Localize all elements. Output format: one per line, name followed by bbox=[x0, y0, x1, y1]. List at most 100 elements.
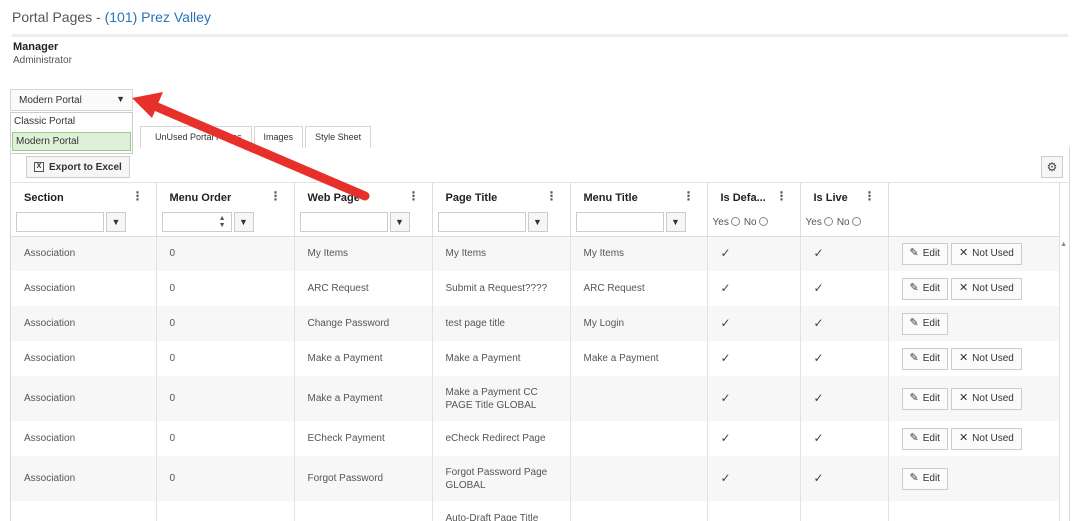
no-label: No bbox=[836, 216, 850, 228]
filter-icon[interactable]: ▼ bbox=[389, 212, 410, 233]
filter-icon[interactable]: ▼ bbox=[233, 212, 254, 233]
spinner-icon[interactable]: ▲ ▼ bbox=[219, 215, 226, 229]
filter-cell bbox=[888, 209, 1060, 237]
kebab-menu-icon[interactable]: ⋮ bbox=[776, 189, 788, 203]
not-used-button[interactable]: ✕ Not Used bbox=[950, 427, 1022, 450]
dropdown-option-classic[interactable]: Classic Portal bbox=[11, 113, 132, 132]
not-used-label: Not Used bbox=[972, 393, 1014, 404]
page-title: Portal Pages - (101) Prez Valley bbox=[12, 9, 211, 25]
x-icon: ✕ bbox=[958, 282, 969, 294]
edit-button[interactable]: ✎ Edit bbox=[901, 277, 948, 300]
cell-menu-title: ARC Request bbox=[570, 271, 708, 306]
cell-actions: ✎ Edit ✕ Not Used bbox=[888, 236, 1060, 271]
filter-input-page-title[interactable] bbox=[437, 212, 526, 233]
filter-cell: Yes No bbox=[707, 209, 801, 237]
export-label: Export to Excel bbox=[49, 161, 122, 173]
filter-input-web-page[interactable] bbox=[299, 212, 388, 233]
edit-label: Edit bbox=[922, 353, 940, 364]
kebab-menu-icon[interactable]: ⋮ bbox=[408, 189, 420, 203]
filter-cell: ▼ bbox=[570, 209, 708, 237]
cell-section: Association bbox=[11, 306, 157, 341]
edit-button[interactable]: ✎ Edit bbox=[901, 387, 948, 410]
export-excel-button[interactable]: X Export to Excel bbox=[26, 156, 130, 178]
scroll-up-icon[interactable]: ▲ bbox=[1060, 241, 1067, 248]
not-used-button[interactable]: ✕ Not Used bbox=[950, 277, 1022, 300]
user-info: Manager Administrator bbox=[13, 41, 72, 66]
check-icon: ✓ bbox=[813, 470, 824, 485]
portal-select[interactable]: Modern Portal ▼ bbox=[10, 89, 133, 111]
not-used-button[interactable]: ✕ Not Used bbox=[950, 387, 1022, 410]
tab-images[interactable]: Images bbox=[253, 126, 304, 148]
page-title-prefix: Portal Pages - bbox=[12, 9, 105, 25]
cell-is-live: ✓ bbox=[800, 341, 889, 376]
column-header-is-live[interactable]: Is Live ⋮ bbox=[800, 183, 889, 209]
column-header-web-page[interactable]: Web Page ⋮ bbox=[294, 183, 433, 209]
radio-default-yes[interactable] bbox=[730, 216, 740, 226]
cell-is-live: ✓ bbox=[800, 421, 889, 456]
check-icon: ✓ bbox=[813, 350, 824, 365]
edit-label: Edit bbox=[922, 473, 940, 484]
check-icon: ✓ bbox=[813, 390, 824, 405]
filter-input-menu-title[interactable] bbox=[575, 212, 664, 233]
kebab-menu-icon[interactable]: ⋮ bbox=[132, 189, 144, 203]
filter-input-menu-order[interactable]: ▲ ▼ bbox=[161, 212, 232, 233]
column-header-is-default[interactable]: Is Defa... ⋮ bbox=[707, 183, 801, 209]
radio-live-no[interactable] bbox=[851, 216, 861, 226]
table-row: Association 0 Make a Payment Make a Payment… bbox=[11, 376, 1060, 421]
cell-web-page bbox=[294, 501, 433, 521]
edit-button[interactable]: ✎ Edit bbox=[901, 312, 948, 335]
header-label: Page Title bbox=[445, 192, 498, 204]
cell-is-live: ✓ bbox=[800, 306, 889, 341]
filter-icon[interactable]: ▼ bbox=[106, 212, 126, 233]
cell-actions: ✎ Edit ✕ Not Used bbox=[888, 376, 1060, 421]
table-row: Auto-Draft Page Title bbox=[11, 501, 1060, 521]
edit-button[interactable]: ✎ Edit bbox=[901, 242, 948, 265]
column-header-section[interactable]: Section ⋮ bbox=[11, 183, 157, 209]
portal-pages-grid: X Export to Excel ⚙ Section ⋮ Menu Order ⋮… bbox=[10, 147, 1070, 521]
cell-is-default: ✓ bbox=[707, 341, 801, 376]
not-used-button[interactable]: ✕ Not Used bbox=[950, 242, 1022, 265]
cell-menu-order bbox=[156, 501, 295, 521]
not-used-button[interactable]: ✕ Not Used bbox=[950, 347, 1022, 370]
edit-button[interactable]: ✎ Edit bbox=[901, 427, 948, 450]
caret-down-icon[interactable]: ▼ bbox=[116, 94, 125, 104]
filter-icon[interactable]: ▼ bbox=[527, 212, 548, 233]
cell-web-page: Make a Payment bbox=[294, 341, 433, 376]
cell-web-page: My Items bbox=[294, 236, 433, 271]
cell-is-default: ✓ bbox=[707, 236, 801, 271]
table-row: Association 0 Make a Payment Make a Payment… bbox=[11, 341, 1060, 376]
cell-menu-order: 0 bbox=[156, 456, 295, 501]
header-label: Web Page bbox=[307, 192, 360, 204]
column-header-page-title[interactable]: Page Title ⋮ bbox=[432, 183, 571, 209]
kebab-menu-icon[interactable]: ⋮ bbox=[683, 189, 695, 203]
check-icon: ✓ bbox=[720, 315, 731, 330]
edit-button[interactable]: ✎ Edit bbox=[901, 347, 948, 370]
radio-default-no[interactable] bbox=[758, 216, 768, 226]
cell-section: Association bbox=[11, 376, 157, 421]
radio-live-yes[interactable] bbox=[823, 216, 833, 226]
cell-menu-title bbox=[570, 421, 708, 456]
cell-section: Association bbox=[11, 271, 157, 306]
cell-page-title: Submit a Request???? bbox=[432, 271, 571, 306]
gear-icon[interactable]: ⚙ bbox=[1041, 156, 1063, 178]
kebab-menu-icon[interactable]: ⋮ bbox=[864, 189, 876, 203]
cell-is-live bbox=[800, 501, 889, 521]
cell-is-default: ✓ bbox=[707, 456, 801, 501]
edit-button[interactable]: ✎ Edit bbox=[901, 467, 948, 490]
header-label: Section bbox=[24, 192, 64, 204]
check-icon: ✓ bbox=[813, 430, 824, 445]
cell-menu-title bbox=[570, 376, 708, 421]
cell-section: Association bbox=[11, 456, 157, 501]
cell-actions: ✎ Edit ✕ Not Used bbox=[888, 421, 1060, 456]
kebab-menu-icon[interactable]: ⋮ bbox=[270, 189, 282, 203]
cell-page-title: Auto-Draft Page Title bbox=[432, 501, 571, 521]
column-header-menu-title[interactable]: Menu Title ⋮ bbox=[570, 183, 708, 209]
filter-input-section[interactable] bbox=[16, 212, 104, 233]
tab-style-sheet[interactable]: Style Sheet bbox=[305, 126, 372, 148]
community-name[interactable]: (101) Prez Valley bbox=[105, 9, 211, 25]
check-icon: ✓ bbox=[720, 390, 731, 405]
column-header-menu-order[interactable]: Menu Order ⋮ bbox=[156, 183, 295, 209]
kebab-menu-icon[interactable]: ⋮ bbox=[546, 189, 558, 203]
filter-icon[interactable]: ▼ bbox=[665, 212, 686, 233]
tab-unused-portal-pages[interactable]: UnUsed Portal Pages bbox=[140, 126, 252, 148]
